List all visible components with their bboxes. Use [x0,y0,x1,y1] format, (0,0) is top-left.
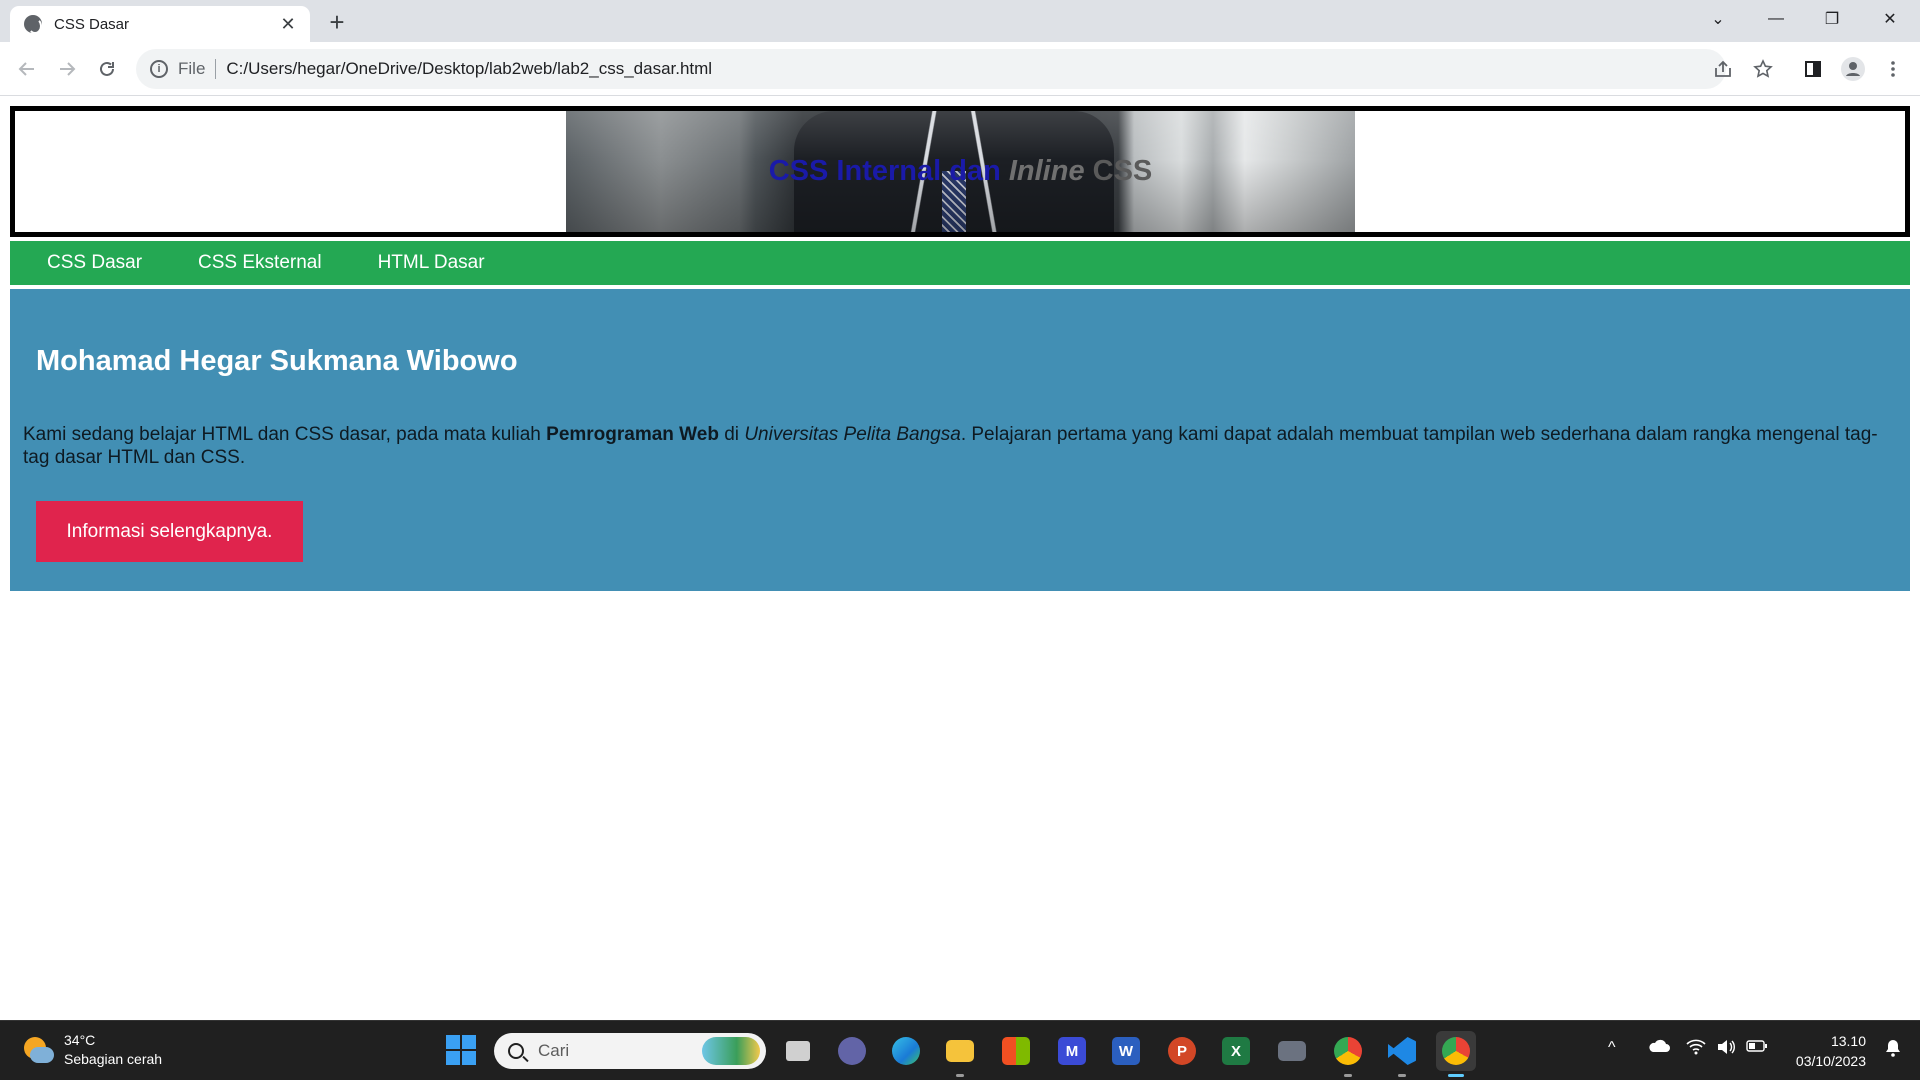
excel-icon[interactable]: X [1216,1031,1256,1071]
partly-sunny-icon [20,1033,54,1067]
hero-title: Mohamad Hegar Sukmana Wibowo [36,345,518,377]
tab-search-icon[interactable]: ⌄ [1690,0,1746,38]
hero-text-university: Universitas Pelita Bangsa [744,424,961,445]
new-tab-button[interactable]: + [322,8,352,38]
camera-icon[interactable] [1272,1031,1312,1071]
search-icon [508,1043,524,1059]
weather-condition: Sebagian cerah [64,1051,163,1067]
clock-date: 03/10/2023 [1795,1053,1866,1069]
search-highlight-icon [702,1037,760,1065]
header-title-inline: Inline [1008,155,1085,187]
hero-text-intro: Kami sedang belajar HTML dan CSS dasar, … [23,424,547,445]
bookmark-star-icon[interactable] [1748,54,1778,84]
side-panel-icon[interactable] [1798,54,1828,84]
weather-widget[interactable]: 34°C Sebagian cerah [20,1031,162,1069]
tray-overflow-chevron-icon[interactable]: ^ [1608,1039,1616,1057]
browser-toolbar: i File C:/Users/hegar/OneDrive/Desktop/l… [0,42,1920,96]
word-icon[interactable]: W [1106,1031,1146,1071]
header-banner-image: CSS Internal dan Inline CSS [566,111,1355,232]
windows-taskbar: 34°C Sebagian cerah Cari M W P X ^ 13.10… [0,1020,1920,1080]
main-nav: CSS Dasar CSS Eksternal HTML Dasar [10,241,1910,285]
page-viewport: CSS Internal dan Inline CSS CSS Dasar CS… [0,97,1920,1020]
system-clock[interactable]: 13.10 03/10/2023 [1796,1031,1866,1071]
battery-icon[interactable] [1746,1039,1768,1058]
nav-item-css-dasar[interactable]: CSS Dasar [47,252,142,274]
nav-item-html-dasar[interactable]: HTML Dasar [378,252,485,274]
onedrive-cloud-icon[interactable] [1648,1039,1670,1058]
header-title: CSS Internal dan Inline CSS [566,155,1355,188]
menu-kebab-icon[interactable] [1878,54,1908,84]
hero-text-di: di [718,424,745,445]
browser-tab[interactable]: CSS Dasar ✕ [10,6,310,42]
vscode-icon[interactable] [1382,1031,1422,1077]
address-bar[interactable]: i File C:/Users/hegar/OneDrive/Desktop/l… [136,49,1726,89]
chrome-profile-icon[interactable] [1328,1031,1368,1077]
back-arrow-icon[interactable] [12,54,42,84]
clock-time: 13.10 [1830,1033,1866,1049]
task-view-icon[interactable] [778,1031,818,1071]
chrome-icon[interactable] [1436,1031,1476,1077]
more-info-button[interactable]: Informasi selengkapnya. [36,501,303,562]
reload-icon[interactable] [92,54,122,84]
site-info-icon[interactable]: i [150,60,168,78]
hero-paragraph: Kami sedang belajar HTML dan CSS dasar, … [23,423,1883,469]
address-separator [215,59,217,79]
tab-title: CSS Dasar [54,15,130,33]
wifi-icon[interactable] [1686,1039,1706,1060]
close-window-icon[interactable]: ✕ [1862,0,1918,38]
restore-icon[interactable]: ❐ [1804,0,1860,38]
search-placeholder: Cari [538,1041,570,1060]
header-title-part3: CSS [1084,155,1153,187]
header-title-part1: CSS Internal dan [768,155,1009,187]
browser-tab-strip: CSS Dasar ✕ + ⌄ — ❐ ✕ [0,0,1920,42]
hero-section: Mohamad Hegar Sukmana Wibowo Kami sedang… [10,289,1910,591]
edge-icon[interactable] [886,1031,926,1071]
profile-icon[interactable] [1838,54,1868,84]
minimize-icon[interactable]: — [1748,0,1804,38]
powerpoint-icon[interactable]: P [1162,1031,1202,1071]
share-icon[interactable] [1708,54,1738,84]
volume-icon[interactable] [1716,1039,1736,1060]
app-m-icon[interactable]: M [1052,1031,1092,1071]
microsoft-store-icon[interactable] [996,1031,1036,1071]
url-text[interactable]: C:/Users/hegar/OneDrive/Desktop/lab2web/… [226,59,712,79]
windows-start-icon[interactable] [446,1035,476,1065]
url-scheme-label: File [178,59,206,78]
nav-item-css-eksternal[interactable]: CSS Eksternal [198,252,322,274]
weather-temperature: 34°C [64,1032,96,1048]
taskbar-search-box[interactable]: Cari [494,1033,766,1069]
teams-chat-icon[interactable] [832,1031,872,1071]
forward-arrow-icon[interactable] [52,54,82,84]
tab-close-icon[interactable]: ✕ [278,14,298,34]
hero-text-course: Pemrograman Web [546,424,719,445]
page-header: CSS Internal dan Inline CSS [10,106,1910,237]
file-explorer-icon[interactable] [940,1031,980,1077]
globe-favicon-icon [24,15,42,34]
notification-bell-icon[interactable] [1884,1039,1902,1062]
